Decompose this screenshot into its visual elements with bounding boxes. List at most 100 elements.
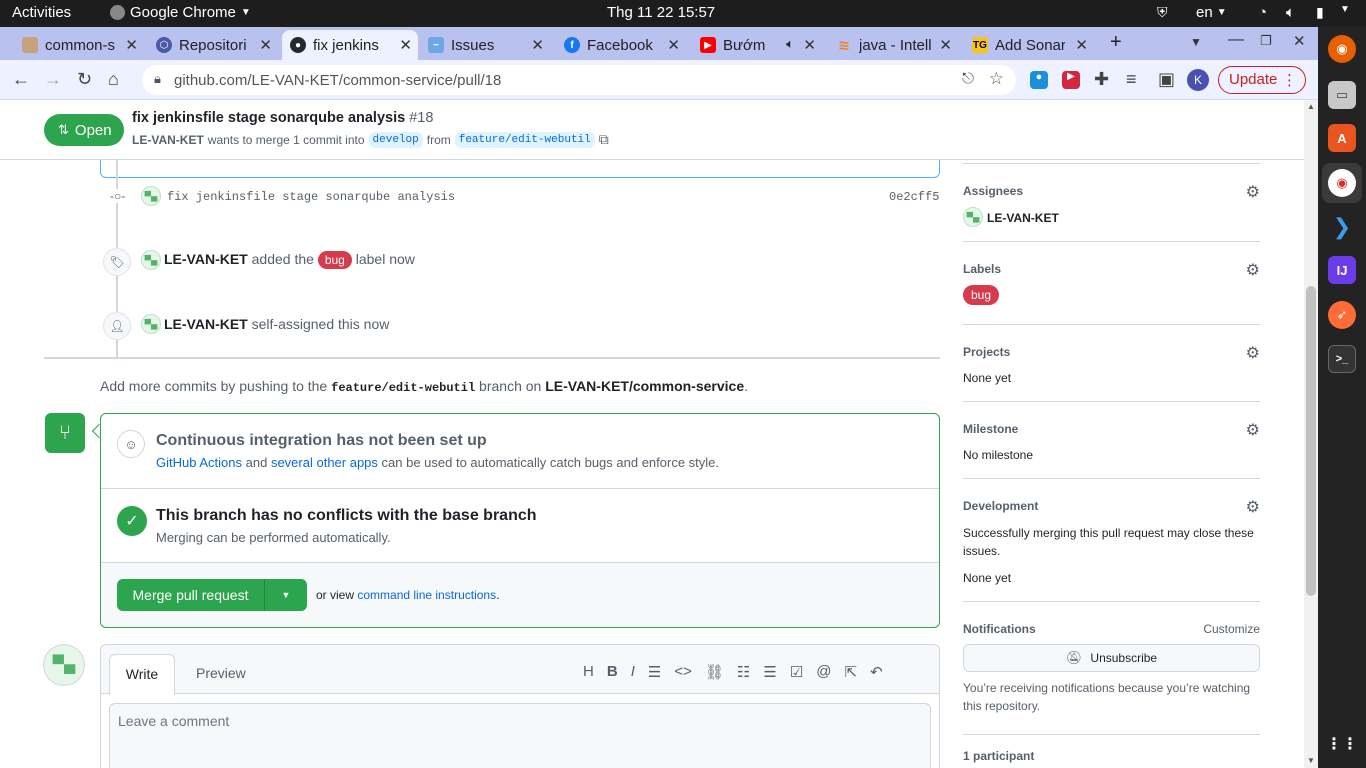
actor-link[interactable]: LE-VAN-KET — [164, 251, 248, 267]
heading-icon[interactable]: H — [583, 663, 594, 681]
gear-icon[interactable]: ⚙ — [1246, 182, 1260, 202]
chevron-down-icon[interactable]: ▼ — [1340, 4, 1350, 15]
avatar[interactable]: ▀▄ — [43, 644, 85, 686]
commit-sha-link[interactable]: 0e2cff5 — [889, 190, 939, 204]
extension-video-icon[interactable]: ▶ — [1062, 71, 1080, 89]
other-apps-link[interactable]: several other apps — [271, 455, 378, 470]
tab-issues[interactable]: ~ Issues ✕ — [420, 30, 550, 60]
terminal-icon[interactable]: >_ — [1328, 345, 1356, 373]
close-icon[interactable]: ✕ — [259, 36, 272, 54]
shield-icon[interactable]: ⛨ — [1157, 4, 1168, 21]
page-scrollbar[interactable]: ▲ ▼ — [1304, 100, 1318, 768]
side-panel-icon[interactable]: ▣ — [1158, 69, 1175, 90]
update-button[interactable]: Update ⋮ — [1218, 66, 1306, 94]
copy-icon[interactable]: ⧉ — [599, 131, 609, 148]
bookmark-star-icon[interactable]: ☆ — [989, 69, 1004, 89]
restore-icon[interactable]: ❐ — [1260, 33, 1272, 49]
sidebar-heading[interactable]: Assignees — [963, 184, 1023, 198]
assignee-link[interactable]: LE-VAN-KET — [987, 211, 1059, 225]
italic-icon[interactable]: I — [631, 663, 635, 681]
actor-link[interactable]: LE-VAN-KET — [164, 316, 248, 332]
base-branch[interactable]: develop — [368, 131, 423, 148]
sidebar-heading[interactable]: Projects — [963, 345, 1010, 359]
comment-textarea[interactable]: Leave a comment — [109, 703, 931, 768]
avatar[interactable]: ▀▄ — [141, 250, 161, 270]
close-icon[interactable]: ✕ — [667, 36, 680, 54]
window-close-icon[interactable]: ✕ — [1293, 32, 1306, 50]
tab-common-service[interactable]: common-s ✕ — [14, 30, 144, 60]
close-icon[interactable]: ✕ — [803, 36, 816, 54]
avatar[interactable]: ▀▄ — [141, 186, 161, 206]
close-icon[interactable]: ✕ — [939, 36, 952, 54]
commit-message-link[interactable]: fix jenkinsfile stage sonarqube analysis — [167, 190, 455, 204]
media-control-icon[interactable]: ≡ — [1126, 69, 1137, 90]
profile-avatar[interactable]: K — [1187, 69, 1209, 91]
gear-icon[interactable]: ⚙ — [1246, 260, 1260, 280]
command-line-instructions-link[interactable]: command line instructions — [357, 588, 496, 602]
clock[interactable]: Thg 11 22 15:57 — [607, 4, 715, 21]
activities-button[interactable]: Activities — [12, 4, 71, 21]
sidebar-heading[interactable]: Milestone — [963, 422, 1018, 436]
github-actions-link[interactable]: GitHub Actions — [156, 455, 242, 470]
tab-youtube[interactable]: ▶ Bướm 🔈︎ ✕ — [692, 30, 822, 60]
scroll-down-icon[interactable]: ▼ — [1307, 756, 1315, 765]
vscode-icon[interactable]: ❯ — [1328, 213, 1356, 241]
bulleted-list-icon[interactable]: ☷ — [737, 663, 750, 681]
gear-icon[interactable]: ⚙ — [1246, 420, 1260, 440]
new-tab-icon[interactable]: + — [1110, 31, 1122, 54]
sidebar-heading[interactable]: Development — [963, 499, 1038, 513]
merge-pull-request-button[interactable]: Merge pull request — [117, 579, 265, 611]
tab-pull-request[interactable]: ● fix jenkins ✕ — [282, 30, 418, 60]
show-apps-icon[interactable]: ⋮⋮ — [1326, 730, 1358, 758]
address-bar[interactable]: 🔒︎ github.com/LE-VAN-KET/common-service/… — [142, 65, 1016, 95]
battery-icon[interactable]: ▮ — [1316, 4, 1324, 21]
lock-icon[interactable]: 🔒︎ — [154, 71, 161, 87]
reply-icon[interactable]: ↶ — [870, 663, 883, 681]
close-icon[interactable]: ✕ — [1075, 36, 1088, 54]
postman-icon[interactable]: ➶ — [1328, 301, 1356, 329]
avatar[interactable]: ▀▄ — [963, 207, 983, 227]
unsubscribe-button[interactable]: 🔕︎ Unsubscribe — [963, 644, 1260, 672]
customize-link[interactable]: Customize — [1203, 622, 1260, 636]
head-branch[interactable]: feature/edit-webutil — [454, 131, 595, 148]
minimize-icon[interactable]: — — [1228, 31, 1244, 49]
scroll-up-icon[interactable]: ▲ — [1307, 102, 1315, 111]
bug-label[interactable]: bug — [317, 251, 352, 269]
home-icon[interactable]: ⌂ — [108, 69, 119, 90]
pr-author-link[interactable]: LE-VAN-KET — [132, 133, 204, 147]
gear-icon[interactable]: ⚙ — [1246, 497, 1260, 517]
close-icon[interactable]: ✕ — [399, 36, 412, 54]
software-center-icon[interactable]: A — [1328, 124, 1356, 152]
close-icon[interactable]: ✕ — [125, 36, 138, 54]
audio-playing-icon[interactable]: 🔈︎ — [786, 36, 794, 52]
wifi-icon[interactable]: ◔ — [1258, 4, 1267, 21]
mention-icon[interactable]: @ — [816, 663, 831, 681]
tab-preview[interactable]: Preview — [196, 665, 246, 681]
numbered-list-icon[interactable]: ☰ — [763, 663, 776, 681]
tab-add-sonar[interactable]: TG Add Sonar ✕ — [964, 30, 1094, 60]
tab-search-icon[interactable]: ▼ — [1190, 35, 1202, 49]
avatar[interactable]: ▀▄ — [141, 314, 161, 334]
files-icon[interactable]: ▭ — [1328, 81, 1356, 109]
forward-icon[interactable]: → — [44, 69, 62, 90]
close-icon[interactable]: ✕ — [531, 36, 544, 54]
back-icon[interactable]: ← — [12, 69, 30, 90]
repo-link[interactable]: LE-VAN-KET/common-service — [545, 378, 744, 394]
task-list-icon[interactable]: ☑ — [790, 663, 803, 681]
quote-icon[interactable]: ☰ — [648, 663, 661, 681]
intellij-icon[interactable]: IJ — [1328, 256, 1356, 284]
app-menu[interactable]: Google Chrome ▼ — [110, 4, 251, 21]
reference-icon[interactable]: ⇱ — [844, 663, 857, 681]
scrollbar-thumb[interactable] — [1306, 286, 1316, 596]
merge-options-dropdown-icon[interactable]: ▼ — [265, 579, 307, 611]
pr-title[interactable]: fix jenkinsfile stage sonarqube analysis… — [132, 110, 433, 126]
tab-facebook[interactable]: f Facebook ✕ — [556, 30, 686, 60]
chrome-icon[interactable]: ◉ — [1328, 169, 1356, 197]
sidebar-heading[interactable]: Labels — [963, 262, 1001, 276]
extensions-puzzle-icon[interactable]: ✚ — [1094, 69, 1109, 90]
tab-repositories[interactable]: ⬡ Repositori ✕ — [148, 30, 278, 60]
bold-icon[interactable]: B — [607, 663, 618, 681]
language-indicator[interactable]: en ▼ — [1196, 4, 1227, 21]
gear-icon[interactable]: ⚙ — [1246, 343, 1260, 363]
firefox-icon[interactable]: ◉ — [1328, 35, 1356, 63]
